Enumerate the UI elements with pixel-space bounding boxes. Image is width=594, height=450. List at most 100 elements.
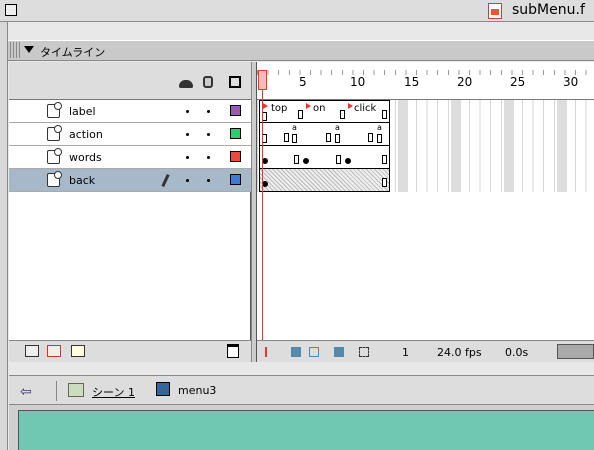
frame-span-action[interactable]: a a a: [259, 123, 390, 146]
lock-dot[interactable]: [207, 110, 210, 113]
frame-label: click: [354, 103, 377, 114]
window-frame: [0, 22, 8, 450]
visibility-dot[interactable]: [186, 156, 189, 159]
lock-dot[interactable]: [207, 179, 210, 182]
frame-span-back[interactable]: [259, 169, 390, 192]
lock-dot[interactable]: [207, 156, 210, 159]
layer-panel-header: [9, 62, 251, 100]
elapsed-time: 0.0s: [505, 346, 529, 359]
frame-column: [451, 100, 461, 192]
frame-ruler[interactable]: 1 5 10 15 20 25 30: [257, 62, 594, 100]
keyframe[interactable]: [336, 155, 341, 164]
layer-icon: [47, 125, 62, 141]
label-flag-icon: [263, 103, 268, 109]
layer-row-action[interactable]: action: [9, 123, 251, 146]
layer-toolbar: [9, 340, 251, 362]
frame-column: [504, 100, 514, 192]
layer-row-words[interactable]: words: [9, 146, 251, 169]
layer-row-back[interactable]: back: [9, 169, 251, 192]
frame-span-words[interactable]: [259, 146, 390, 169]
layer-color-swatch[interactable]: [230, 151, 241, 162]
keyframe[interactable]: [294, 155, 299, 164]
scene-link[interactable]: シーン 1: [92, 384, 135, 400]
keyframe[interactable]: [382, 155, 387, 164]
layer-name: label: [69, 105, 96, 118]
frame-label: on: [313, 103, 326, 114]
layer-name: back: [69, 174, 96, 187]
symbol-name[interactable]: menu3: [178, 384, 216, 397]
edit-multiple-frames-icon[interactable]: [334, 347, 344, 357]
ruler-tick: 5: [299, 75, 307, 89]
trash-icon[interactable]: [227, 344, 239, 358]
back-arrow-icon[interactable]: ⇦: [20, 384, 32, 400]
document-icon: [488, 3, 502, 19]
layer-color-swatch[interactable]: [230, 105, 241, 116]
keyframe[interactable]: [326, 133, 331, 142]
keyframe[interactable]: [368, 133, 373, 142]
outline-square-icon[interactable]: [229, 76, 241, 88]
ruler-tick: 10: [350, 75, 366, 89]
label-flag-icon: [348, 103, 353, 109]
stage-canvas[interactable]: [18, 410, 594, 450]
lock-dot[interactable]: [207, 133, 210, 136]
keyframe-filled[interactable]: [303, 158, 309, 164]
frame-label: top: [271, 103, 288, 114]
layer-name: action: [69, 128, 103, 141]
frame-span-label[interactable]: top on click: [259, 100, 390, 123]
center-frame-icon[interactable]: [265, 347, 267, 357]
keyframe[interactable]: [284, 133, 289, 142]
timeline-title: タイムライン: [40, 46, 106, 59]
frame-column: [557, 100, 567, 192]
keyframe[interactable]: [382, 110, 387, 119]
visibility-dot[interactable]: [186, 179, 189, 182]
action-marker: a: [335, 123, 340, 132]
layer-icon: [47, 102, 62, 118]
playhead[interactable]: [258, 70, 267, 90]
add-layer-icon[interactable]: [25, 345, 39, 357]
layer-row-label[interactable]: label: [9, 100, 251, 123]
close-box-icon[interactable]: [5, 4, 17, 16]
collapse-triangle-icon[interactable]: [24, 46, 34, 53]
current-frame: 1: [402, 346, 409, 359]
modify-onion-markers-icon[interactable]: [359, 347, 369, 357]
divider: [56, 381, 57, 401]
scene-icon: [68, 383, 84, 397]
drag-grip-icon[interactable]: [10, 42, 20, 58]
layer-icon: [47, 148, 62, 164]
keyframe-filled[interactable]: [345, 158, 351, 164]
layer-icon: [47, 171, 62, 187]
symbol-icon: [156, 382, 170, 396]
keyframe[interactable]: [298, 110, 303, 119]
pencil-icon: [161, 173, 170, 188]
onion-outline-icon[interactable]: [309, 347, 319, 357]
keyframe[interactable]: [340, 110, 345, 119]
keyframe[interactable]: [292, 134, 297, 143]
ruler-tick: 30: [563, 75, 579, 89]
window-title-bar[interactable]: [0, 0, 594, 22]
add-folder-icon[interactable]: [71, 345, 85, 357]
eye-icon[interactable]: [179, 80, 193, 88]
layer-name: words: [69, 151, 102, 164]
playhead-line: [262, 90, 263, 362]
keyframe[interactable]: [377, 134, 382, 143]
layer-color-swatch[interactable]: [230, 174, 241, 185]
onion-skin-icon[interactable]: [291, 347, 301, 357]
frame-column: [398, 100, 408, 192]
label-flag-icon: [306, 103, 311, 109]
ruler-tick: 20: [457, 75, 473, 89]
visibility-dot[interactable]: [186, 110, 189, 113]
visibility-dot[interactable]: [186, 133, 189, 136]
window-title: subMenu.f: [512, 2, 585, 18]
timeline-status-bar: 1 24.0 fps 0.0s: [257, 340, 594, 362]
keyframe[interactable]: [382, 178, 387, 187]
ruler-tick: 15: [404, 75, 420, 89]
frame-rate: 24.0 fps: [437, 346, 482, 359]
keyframe[interactable]: [335, 134, 340, 143]
action-marker: a: [377, 123, 382, 132]
ruler-tick: 25: [510, 75, 526, 89]
horizontal-scrollbar[interactable]: [557, 344, 594, 359]
lock-icon[interactable]: [203, 76, 213, 88]
add-guide-layer-icon[interactable]: [47, 345, 61, 357]
action-marker: a: [292, 123, 297, 132]
layer-color-swatch[interactable]: [230, 128, 241, 139]
